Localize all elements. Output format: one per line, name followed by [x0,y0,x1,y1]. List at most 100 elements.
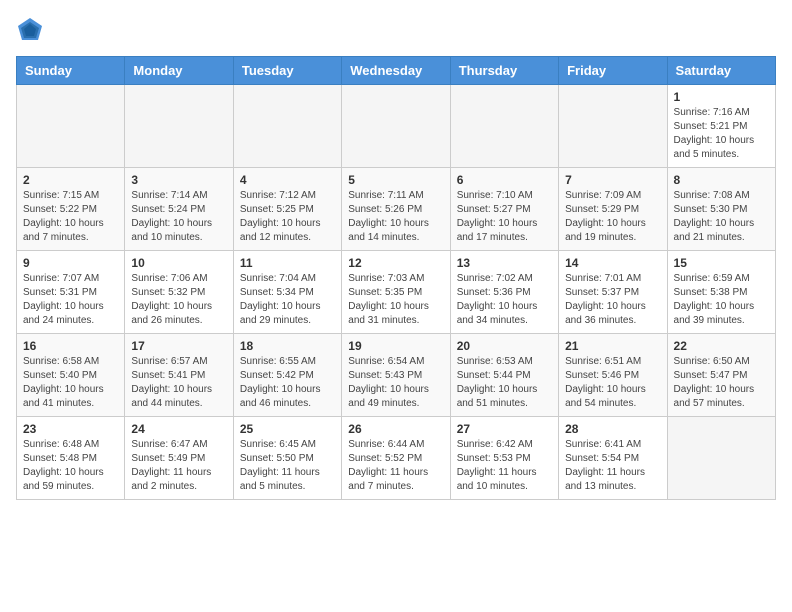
day-info: Sunrise: 6:45 AM Sunset: 5:50 PM Dayligh… [240,438,335,494]
calendar-cell: 12 Sunrise: 7:03 AM Sunset: 5:35 PM Dayli… [342,251,450,334]
calendar-cell: 22 Sunrise: 6:50 AM Sunset: 5:47 PM Dayli… [667,334,775,417]
calendar-cell: 11 Sunrise: 7:04 AM Sunset: 5:34 PM Dayli… [233,251,341,334]
calendar-cell: 7 Sunrise: 7:09 AM Sunset: 5:29 PM Daylig… [559,168,667,251]
weekday-header: Saturday [667,57,775,85]
day-number: 6 [457,173,552,187]
calendar-cell [667,417,775,500]
calendar-cell: 1 Sunrise: 7:16 AM Sunset: 5:21 PM Daylig… [667,85,775,168]
day-number: 19 [348,339,443,353]
logo-icon [16,16,44,44]
day-number: 22 [674,339,769,353]
calendar-cell: 25 Sunrise: 6:45 AM Sunset: 5:50 PM Dayli… [233,417,341,500]
logo [16,16,48,44]
calendar-cell: 21 Sunrise: 6:51 AM Sunset: 5:46 PM Dayli… [559,334,667,417]
calendar-header-row: SundayMondayTuesdayWednesdayThursdayFrid… [17,57,776,85]
day-number: 1 [674,90,769,104]
day-number: 9 [23,256,118,270]
calendar-week-row: 1 Sunrise: 7:16 AM Sunset: 5:21 PM Daylig… [17,85,776,168]
day-info: Sunrise: 7:01 AM Sunset: 5:37 PM Dayligh… [565,272,660,328]
calendar-cell: 23 Sunrise: 6:48 AM Sunset: 5:48 PM Dayli… [17,417,125,500]
day-info: Sunrise: 7:07 AM Sunset: 5:31 PM Dayligh… [23,272,118,328]
calendar-cell: 15 Sunrise: 6:59 AM Sunset: 5:38 PM Dayli… [667,251,775,334]
calendar-cell: 17 Sunrise: 6:57 AM Sunset: 5:41 PM Dayli… [125,334,233,417]
day-number: 18 [240,339,335,353]
day-number: 27 [457,422,552,436]
calendar-cell: 6 Sunrise: 7:10 AM Sunset: 5:27 PM Daylig… [450,168,558,251]
calendar-cell [342,85,450,168]
day-number: 11 [240,256,335,270]
calendar-cell: 2Sunrise: 7:15 AM Sunset: 5:22 PM Daylig… [17,168,125,251]
day-number: 20 [457,339,552,353]
day-info: Sunrise: 7:06 AM Sunset: 5:32 PM Dayligh… [131,272,226,328]
weekday-header: Sunday [17,57,125,85]
calendar-cell: 13 Sunrise: 7:02 AM Sunset: 5:36 PM Dayli… [450,251,558,334]
calendar-cell: 20 Sunrise: 6:53 AM Sunset: 5:44 PM Dayli… [450,334,558,417]
calendar-week-row: 2Sunrise: 7:15 AM Sunset: 5:22 PM Daylig… [17,168,776,251]
day-info: Sunrise: 7:14 AM Sunset: 5:24 PM Dayligh… [131,189,226,245]
day-info: Sunrise: 6:58 AM Sunset: 5:40 PM Dayligh… [23,355,118,411]
day-info: Sunrise: 6:48 AM Sunset: 5:48 PM Dayligh… [23,438,118,494]
day-number: 23 [23,422,118,436]
day-number: 10 [131,256,226,270]
weekday-header: Friday [559,57,667,85]
calendar-cell: 26 Sunrise: 6:44 AM Sunset: 5:52 PM Dayli… [342,417,450,500]
day-info: Sunrise: 6:41 AM Sunset: 5:54 PM Dayligh… [565,438,660,494]
calendar-cell: 28 Sunrise: 6:41 AM Sunset: 5:54 PM Dayli… [559,417,667,500]
day-number: 4 [240,173,335,187]
calendar-cell: 9 Sunrise: 7:07 AM Sunset: 5:31 PM Daylig… [17,251,125,334]
calendar-cell: 16Sunrise: 6:58 AM Sunset: 5:40 PM Dayli… [17,334,125,417]
day-info: Sunrise: 7:11 AM Sunset: 5:26 PM Dayligh… [348,189,443,245]
day-info: Sunrise: 6:50 AM Sunset: 5:47 PM Dayligh… [674,355,769,411]
day-info: Sunrise: 6:55 AM Sunset: 5:42 PM Dayligh… [240,355,335,411]
calendar-week-row: 9 Sunrise: 7:07 AM Sunset: 5:31 PM Daylig… [17,251,776,334]
calendar-cell: 19 Sunrise: 6:54 AM Sunset: 5:43 PM Dayli… [342,334,450,417]
day-info: Sunrise: 7:04 AM Sunset: 5:34 PM Dayligh… [240,272,335,328]
day-number: 8 [674,173,769,187]
calendar-cell: 8Sunrise: 7:08 AM Sunset: 5:30 PM Daylig… [667,168,775,251]
day-number: 28 [565,422,660,436]
calendar-cell: 3 Sunrise: 7:14 AM Sunset: 5:24 PM Daylig… [125,168,233,251]
day-number: 13 [457,256,552,270]
day-info: Sunrise: 6:44 AM Sunset: 5:52 PM Dayligh… [348,438,443,494]
day-info: Sunrise: 6:57 AM Sunset: 5:41 PM Dayligh… [131,355,226,411]
day-number: 15 [674,256,769,270]
calendar-cell [559,85,667,168]
weekday-header: Wednesday [342,57,450,85]
day-info: Sunrise: 6:42 AM Sunset: 5:53 PM Dayligh… [457,438,552,494]
calendar-cell: 10 Sunrise: 7:06 AM Sunset: 5:32 PM Dayli… [125,251,233,334]
calendar-cell: 27 Sunrise: 6:42 AM Sunset: 5:53 PM Dayli… [450,417,558,500]
calendar-cell [450,85,558,168]
day-info: Sunrise: 7:02 AM Sunset: 5:36 PM Dayligh… [457,272,552,328]
day-number: 21 [565,339,660,353]
calendar-week-row: 23 Sunrise: 6:48 AM Sunset: 5:48 PM Dayli… [17,417,776,500]
calendar-cell: 24 Sunrise: 6:47 AM Sunset: 5:49 PM Dayli… [125,417,233,500]
day-info: Sunrise: 6:59 AM Sunset: 5:38 PM Dayligh… [674,272,769,328]
calendar-week-row: 16Sunrise: 6:58 AM Sunset: 5:40 PM Dayli… [17,334,776,417]
day-number: 5 [348,173,443,187]
day-info: Sunrise: 7:12 AM Sunset: 5:25 PM Dayligh… [240,189,335,245]
day-info: Sunrise: 6:47 AM Sunset: 5:49 PM Dayligh… [131,438,226,494]
day-number: 7 [565,173,660,187]
day-info: Sunrise: 7:16 AM Sunset: 5:21 PM Dayligh… [674,106,769,162]
day-number: 14 [565,256,660,270]
calendar-cell: 5 Sunrise: 7:11 AM Sunset: 5:26 PM Daylig… [342,168,450,251]
day-number: 12 [348,256,443,270]
page-header [16,16,776,44]
day-number: 25 [240,422,335,436]
day-info: Sunrise: 6:53 AM Sunset: 5:44 PM Dayligh… [457,355,552,411]
day-number: 17 [131,339,226,353]
weekday-header: Tuesday [233,57,341,85]
day-info: Sunrise: 7:10 AM Sunset: 5:27 PM Dayligh… [457,189,552,245]
calendar-table: SundayMondayTuesdayWednesdayThursdayFrid… [16,56,776,500]
calendar-cell [17,85,125,168]
calendar-cell [125,85,233,168]
day-number: 24 [131,422,226,436]
day-info: Sunrise: 7:09 AM Sunset: 5:29 PM Dayligh… [565,189,660,245]
weekday-header: Monday [125,57,233,85]
weekday-header: Thursday [450,57,558,85]
day-info: Sunrise: 6:54 AM Sunset: 5:43 PM Dayligh… [348,355,443,411]
day-info: Sunrise: 6:51 AM Sunset: 5:46 PM Dayligh… [565,355,660,411]
day-info: Sunrise: 7:03 AM Sunset: 5:35 PM Dayligh… [348,272,443,328]
day-number: 3 [131,173,226,187]
day-number: 26 [348,422,443,436]
